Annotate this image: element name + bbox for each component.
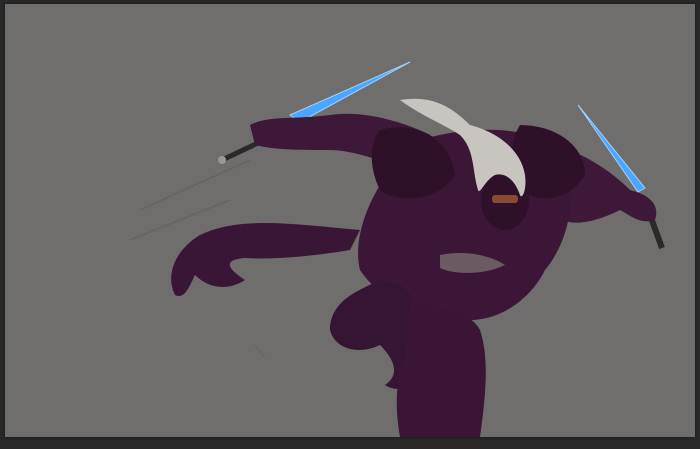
cape: [171, 223, 360, 296]
ninja-illustration: [129, 61, 665, 437]
eyes: [492, 195, 518, 203]
right-leg: [396, 300, 486, 437]
painting-canvas: [5, 4, 695, 437]
